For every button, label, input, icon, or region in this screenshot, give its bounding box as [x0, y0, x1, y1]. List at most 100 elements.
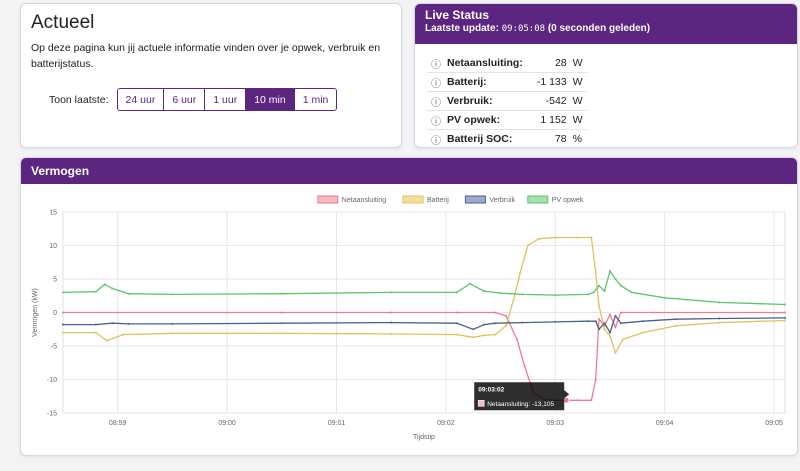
range-1h-button[interactable]: 1 uur — [204, 89, 246, 110]
legend-item: Verbruik — [464, 195, 516, 204]
legend-item: Batterij — [402, 195, 449, 204]
series-point — [62, 331, 64, 334]
series-point — [483, 323, 486, 326]
series-point — [171, 322, 174, 325]
last-update-label: Laatste update: — [425, 23, 499, 34]
power-chart[interactable]: 15 10 5 0 -5 -10 -15 08:59 09:00 09:01 09:02 09:03 0… — [21, 184, 797, 454]
range-10min-button[interactable]: 10 min — [245, 89, 294, 110]
info-icon[interactable]: ⓘ — [427, 110, 443, 130]
x-tick-label: 09:05 — [765, 420, 783, 427]
status-value: 78 — [554, 133, 567, 145]
series-point — [784, 319, 786, 322]
series-point — [784, 316, 786, 319]
legend-label: Verbruik — [489, 197, 515, 204]
series-point — [614, 351, 617, 354]
info-icon[interactable]: ⓘ — [427, 91, 443, 111]
chart-tooltip: 09:03:02 Netaansluiting: -13,105 — [474, 382, 570, 411]
series-point — [171, 332, 174, 335]
series-point — [590, 236, 593, 239]
series-point — [505, 314, 508, 317]
series-point — [603, 290, 606, 293]
live-status-card: Live Status Laatste update: 09:05:08 (0 … — [414, 3, 798, 148]
series-point — [521, 293, 524, 296]
series-point — [494, 311, 497, 314]
series-point — [494, 322, 497, 325]
tooltip-swatch — [477, 399, 485, 407]
status-row: ⓘ Verbruik: -542 W — [427, 91, 587, 111]
series-line — [62, 269, 786, 306]
range-button-group: 24 uur 6 uur 1 uur 10 min 1 min — [116, 88, 338, 111]
series-point — [603, 328, 606, 331]
series-point — [614, 278, 617, 280]
live-status-title: Live Status — [425, 8, 490, 22]
status-unit: W — [570, 72, 587, 92]
series-point — [521, 321, 524, 324]
status-unit: W — [570, 54, 587, 73]
series-point — [587, 293, 590, 296]
series-point — [598, 304, 601, 307]
series-point — [390, 291, 393, 294]
series-point — [519, 271, 522, 274]
series-point — [94, 331, 97, 334]
series-point — [608, 313, 611, 316]
series-point — [122, 333, 125, 336]
series-point — [505, 324, 508, 327]
series-point — [608, 269, 611, 272]
series-point — [614, 314, 617, 317]
info-icon[interactable]: ⓘ — [427, 54, 443, 73]
series-point — [537, 237, 540, 240]
y-tick-label: 15 — [49, 210, 57, 217]
series-line — [63, 314, 786, 335]
y-tick-label: -15 — [47, 411, 57, 418]
series-point — [105, 339, 108, 342]
series-point — [608, 334, 611, 337]
series-point — [674, 324, 677, 327]
x-tick-label: 08:59 — [109, 420, 127, 427]
series-point — [455, 291, 458, 294]
series-point — [483, 290, 486, 293]
info-icon[interactable]: ⓘ — [427, 130, 443, 148]
status-unit: % — [572, 133, 582, 145]
status-unit: W — [570, 110, 587, 130]
vermogen-card: Vermogen 15 10 5 0 -5 -10 -15 08:59 09:00 09:01 09… — [20, 157, 798, 456]
series-point — [127, 322, 130, 325]
series-line — [63, 236, 786, 355]
series-point — [630, 291, 633, 294]
series-point — [622, 338, 625, 341]
series-point — [619, 322, 622, 325]
info-icon[interactable]: ⓘ — [427, 72, 443, 92]
series-point — [652, 311, 655, 314]
live-status-table: ⓘ Netaansluiting: 28 W ⓘ Batterij: -1 13… — [427, 54, 587, 148]
series-point — [280, 332, 283, 335]
series-point — [614, 326, 617, 329]
last-update: Laatste update: 09:05:08 (0 seconden gel… — [425, 22, 787, 36]
series-point — [127, 292, 130, 295]
series-point — [280, 292, 283, 295]
legend-label: Netaansluiting — [342, 197, 386, 204]
series-point — [674, 318, 677, 321]
series-point — [594, 320, 597, 323]
range-24h-button[interactable]: 24 uur — [117, 89, 164, 110]
page-description: Op deze pagina kun jij actuele informati… — [31, 42, 381, 70]
series-point — [526, 244, 529, 247]
legend-swatch — [402, 195, 424, 204]
series-point — [608, 331, 611, 334]
page-title: Actueel — [31, 12, 95, 33]
status-label: PV opwek: — [443, 110, 533, 130]
series-point — [390, 321, 393, 324]
series-point — [576, 399, 579, 402]
x-axis-title: Tijdstip — [413, 434, 435, 441]
status-value: -1 133 — [532, 72, 571, 92]
range-6h-button[interactable]: 6 uur — [163, 89, 205, 110]
last-update-time: 09:05:08 — [501, 24, 546, 34]
series-point — [587, 320, 590, 323]
series-point — [515, 338, 518, 341]
series-point — [103, 283, 106, 286]
y-tick-label: -5 — [51, 344, 57, 351]
range-selector: Toon laatste: 24 uur 6 uur 1 uur 10 min … — [49, 88, 338, 111]
series-point — [62, 311, 64, 314]
status-value: 1 152 — [532, 110, 571, 130]
series-point — [554, 320, 557, 323]
range-1min-button[interactable]: 1 min — [293, 89, 337, 110]
series-point — [554, 294, 557, 297]
